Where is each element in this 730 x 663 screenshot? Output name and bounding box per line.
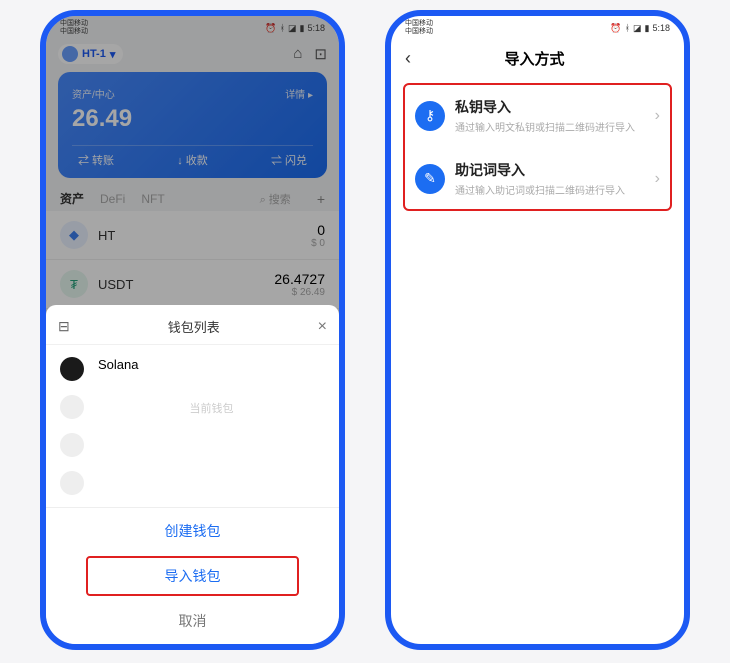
chevron-right-icon: ›	[655, 170, 660, 188]
close-icon[interactable]: ×	[318, 318, 327, 336]
alarm-icon: ⏰	[610, 23, 621, 34]
volume-icon: ◪	[288, 23, 297, 34]
option-desc: 通过输入助记词或扫描二维码进行导入	[455, 182, 645, 197]
cancel-button[interactable]: 取消	[46, 598, 339, 644]
back-button[interactable]: ‹	[405, 48, 411, 69]
import-wallet-button[interactable]: 导入钱包	[86, 556, 299, 596]
volume-icon: ◪	[633, 23, 642, 34]
time-label: 5:18	[307, 23, 325, 33]
balance-detail-link[interactable]: 详情 ▸	[285, 86, 313, 101]
chevron-down-icon: ▾	[110, 48, 116, 61]
balance-card: 资产/中心 详情 ▸ 26.49 ⇄ 转账 ↓ 收款 ⇌ 闪兑	[58, 72, 327, 178]
note-icon: ✎	[415, 164, 445, 194]
network-label: HT-1	[82, 48, 106, 60]
bluetooth-icon: ᚼ	[280, 23, 285, 33]
carrier-2: 中国移动	[60, 28, 88, 36]
option-title: 私钥导入	[455, 97, 645, 117]
wallet-list-sheet: ⊟ 钱包列表 × Solana 当前钱包 创建钱包 导入钱包 取消	[46, 305, 339, 644]
wallet-row[interactable]: Solana	[84, 345, 339, 384]
phone-left: 中国移动 中国移动 ⏰ ᚼ ◪ ▮ 5:18 HT-1 ▾ ⌂ ⊡ 资产/中心 …	[40, 10, 345, 650]
usdt-icon: ₮	[60, 270, 88, 298]
chevron-right-icon: ›	[655, 107, 660, 125]
battery-icon: ▮	[645, 23, 650, 34]
wallet-name: Solana	[98, 357, 138, 372]
tab-defi[interactable]: DeFi	[100, 192, 125, 206]
receive-button[interactable]: ↓ 收款	[177, 152, 208, 168]
tab-nft[interactable]: NFT	[141, 192, 164, 206]
battery-icon: ▮	[300, 23, 305, 34]
network-icon	[62, 46, 78, 62]
chain-icon[interactable]	[60, 433, 84, 457]
tab-assets[interactable]: 资产	[60, 190, 84, 207]
network-selector[interactable]: HT-1 ▾	[58, 44, 123, 64]
token-amount: 26.4727	[274, 271, 325, 287]
wallet-placeholder: 当前钱包	[84, 384, 339, 456]
carrier-1: 中国移动	[60, 20, 88, 28]
key-icon: ⚷	[415, 101, 445, 131]
status-bar: 中国移动 中国移动 ⏰ ᚼ ◪ ▮ 5:18	[46, 16, 339, 38]
create-wallet-button[interactable]: 创建钱包	[46, 508, 339, 554]
chain-icon[interactable]	[60, 471, 84, 495]
token-value: $ 0	[311, 238, 325, 249]
token-row[interactable]: ₮ USDT 26.4727 $ 26.49	[46, 260, 339, 309]
balance-amount: 26.49	[72, 105, 313, 133]
status-bar: 中国移动 中国移动 ⏰ ᚼ ◪ ▮ 5:18	[391, 16, 684, 38]
ht-icon: ◆	[60, 221, 88, 249]
token-symbol: USDT	[98, 277, 133, 292]
option-desc: 通过输入明文私钥或扫描二维码进行导入	[455, 119, 645, 134]
alarm-icon: ⏰	[265, 23, 276, 34]
token-symbol: HT	[98, 228, 115, 243]
top-bar: HT-1 ▾ ⌂ ⊡	[46, 38, 339, 68]
bluetooth-icon: ᚼ	[625, 23, 630, 33]
add-token-button[interactable]: +	[317, 191, 325, 207]
balance-label: 资产/中心	[72, 86, 115, 101]
carrier-2: 中国移动	[405, 28, 433, 36]
title-bar: ‹ 导入方式	[391, 38, 684, 79]
chain-icon-solana[interactable]	[60, 357, 84, 381]
transfer-button[interactable]: ⇄ 转账	[78, 152, 114, 168]
chain-icon[interactable]	[60, 395, 84, 419]
scan-icon[interactable]: ⊟	[58, 318, 70, 335]
token-amount: 0	[311, 222, 325, 238]
option-title: 助记词导入	[455, 160, 645, 180]
phone-right: 中国移动 中国移动 ⏰ ᚼ ◪ ▮ 5:18 ‹ 导入方式 ⚷ 私钥导入 通过输…	[385, 10, 690, 650]
option-mnemonic[interactable]: ✎ 助记词导入 通过输入助记词或扫描二维码进行导入 ›	[405, 150, 670, 207]
scan-icon[interactable]: ⊡	[314, 45, 327, 63]
import-options-highlight: ⚷ 私钥导入 通过输入明文私钥或扫描二维码进行导入 › ✎ 助记词导入 通过输入…	[403, 83, 672, 211]
page-title: 导入方式	[419, 48, 670, 69]
token-value: $ 26.49	[274, 287, 325, 298]
sheet-title: 钱包列表	[70, 317, 318, 336]
time-label: 5:18	[652, 23, 670, 33]
carrier-1: 中国移动	[405, 20, 433, 28]
option-private-key[interactable]: ⚷ 私钥导入 通过输入明文私钥或扫描二维码进行导入 ›	[405, 87, 670, 144]
camera-icon[interactable]: ⌂	[293, 45, 302, 63]
asset-tabs: 资产 DeFi NFT ⌕ 搜索 +	[46, 186, 339, 211]
token-row[interactable]: ◆ HT 0 $ 0	[46, 211, 339, 260]
swap-button[interactable]: ⇌ 闪兑	[271, 152, 307, 168]
search-button[interactable]: ⌕ 搜索	[260, 191, 291, 207]
